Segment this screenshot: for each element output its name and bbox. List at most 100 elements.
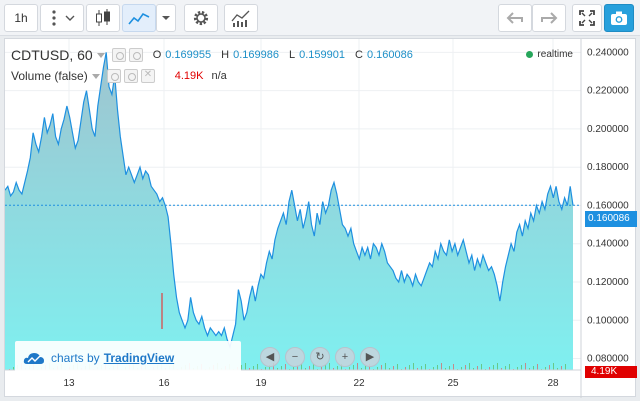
realtime-indicator: realtime bbox=[526, 49, 573, 60]
volume-bar bbox=[477, 366, 478, 370]
low-value: 0.159901 bbox=[299, 49, 345, 61]
volume-label[interactable]: Volume (false) bbox=[11, 69, 88, 83]
volume-bar bbox=[453, 364, 454, 370]
legend-main-row: CDTUSD, 60 O 0.169955 H 0.169986 L 0.159… bbox=[11, 47, 413, 63]
high-value: 0.169986 bbox=[233, 49, 279, 61]
low-key: L bbox=[288, 49, 296, 61]
redo-icon bbox=[541, 12, 558, 24]
volume-bar bbox=[505, 366, 506, 370]
volume-tag: 4.19K bbox=[585, 366, 637, 378]
chart-nav-controls: ◀ − ↻ + ▶ bbox=[260, 347, 385, 367]
area-style-button[interactable] bbox=[122, 4, 156, 32]
chevron-right-icon: ▶ bbox=[365, 350, 375, 363]
settings-button[interactable] bbox=[184, 4, 218, 32]
symbol-title[interactable]: CDTUSD, 60 bbox=[11, 47, 93, 63]
realtime-label: realtime bbox=[537, 49, 573, 60]
interval-label: 1h bbox=[14, 11, 28, 25]
volume-bar bbox=[509, 364, 510, 370]
y-tick-label: 0.080000 bbox=[587, 354, 629, 365]
chevron-down-icon[interactable] bbox=[91, 73, 100, 79]
x-tick-label: 16 bbox=[158, 378, 170, 389]
volume-bar bbox=[469, 363, 470, 370]
gear-icon bbox=[193, 10, 209, 26]
snapshot-button[interactable] bbox=[604, 4, 634, 32]
fullscreen-button[interactable] bbox=[572, 4, 602, 32]
volume-bar bbox=[253, 366, 254, 370]
zoom-out-button[interactable]: − bbox=[285, 347, 305, 367]
volume-bar bbox=[561, 366, 562, 370]
undo-icon bbox=[506, 12, 523, 24]
reset-button[interactable]: ↻ bbox=[310, 347, 330, 367]
volume-bar bbox=[553, 363, 554, 370]
volume-bar bbox=[465, 365, 466, 370]
volume-bar bbox=[441, 363, 442, 370]
high-key: H bbox=[221, 49, 230, 61]
volume-bar bbox=[245, 363, 246, 370]
y-tick-label: 0.240000 bbox=[587, 47, 629, 58]
candlestick-icon bbox=[96, 9, 110, 26]
volume-value: 4.19K bbox=[174, 70, 204, 82]
scroll-right-button[interactable]: ▶ bbox=[360, 347, 380, 367]
candles-style-button[interactable] bbox=[86, 4, 120, 32]
cloud-logo-icon bbox=[23, 353, 44, 364]
settings-icon[interactable] bbox=[128, 48, 143, 62]
area-chart-icon bbox=[128, 12, 150, 25]
open-key: O bbox=[152, 49, 162, 61]
volume-bar bbox=[565, 364, 566, 370]
indicators-icon bbox=[231, 10, 250, 27]
undo-button[interactable] bbox=[498, 4, 532, 32]
close-value: 0.160086 bbox=[366, 49, 413, 61]
more-dots-icon bbox=[52, 10, 75, 26]
close-key: C bbox=[355, 49, 363, 61]
x-tick-label: 13 bbox=[63, 378, 75, 389]
y-tick-label: 0.140000 bbox=[587, 239, 629, 250]
x-tick-label: 28 bbox=[547, 378, 559, 389]
reset-icon: ↻ bbox=[315, 350, 325, 363]
more-menu-button[interactable] bbox=[40, 4, 84, 32]
chevron-left-icon: ◀ bbox=[265, 350, 275, 363]
volume-bar bbox=[525, 363, 526, 370]
volume-bar bbox=[481, 364, 482, 370]
chevron-down-icon[interactable] bbox=[96, 52, 105, 58]
style-dropdown-button[interactable] bbox=[156, 4, 176, 32]
minus-icon: − bbox=[291, 350, 299, 363]
volume-na: n/a bbox=[211, 70, 227, 82]
eye-icon[interactable] bbox=[111, 48, 126, 62]
close-icon[interactable] bbox=[140, 69, 155, 83]
fullscreen-icon bbox=[579, 10, 595, 26]
last-price-tag: 0.160086 bbox=[585, 211, 637, 227]
open-value: 0.169955 bbox=[165, 49, 212, 61]
legend-volume-row: Volume (false) 4.19K n/a bbox=[11, 69, 227, 83]
volume-bar bbox=[393, 366, 394, 370]
volume-bar bbox=[397, 364, 398, 370]
watermark-brand[interactable]: TradingView bbox=[104, 351, 174, 365]
settings-icon[interactable] bbox=[123, 69, 138, 83]
camera-icon bbox=[611, 11, 627, 25]
volume-bar bbox=[497, 363, 498, 370]
volume-bar bbox=[521, 365, 522, 370]
x-tick-label: 22 bbox=[353, 378, 365, 389]
volume-bar bbox=[549, 365, 550, 370]
x-tick-label: 25 bbox=[447, 378, 459, 389]
volume-bar bbox=[425, 364, 426, 370]
scroll-left-button[interactable]: ◀ bbox=[260, 347, 280, 367]
redo-button[interactable] bbox=[532, 4, 566, 32]
y-tick-label: 0.220000 bbox=[587, 86, 629, 97]
eye-icon[interactable] bbox=[106, 69, 121, 83]
volume-bar bbox=[421, 366, 422, 370]
indicators-button[interactable] bbox=[224, 4, 258, 32]
tradingview-watermark[interactable]: charts by TradingView bbox=[15, 341, 241, 375]
volume-bar bbox=[437, 365, 438, 370]
zoom-in-button[interactable]: + bbox=[335, 347, 355, 367]
interval-button[interactable]: 1h bbox=[4, 4, 38, 32]
status-dot-icon bbox=[526, 51, 534, 58]
plus-icon: + bbox=[341, 350, 349, 363]
volume-bar bbox=[533, 366, 534, 370]
chevron-down-icon bbox=[162, 16, 170, 20]
volume-bar bbox=[413, 363, 414, 370]
volume-bar bbox=[241, 365, 242, 370]
top-toolbar: 1h bbox=[0, 0, 640, 36]
chart-pane[interactable]: 0.240000 0.220000 0.200000 0.180000 0.160000… bbox=[4, 38, 637, 398]
y-tick-label: 0.200000 bbox=[587, 124, 629, 135]
x-tick-label: 19 bbox=[255, 378, 267, 389]
